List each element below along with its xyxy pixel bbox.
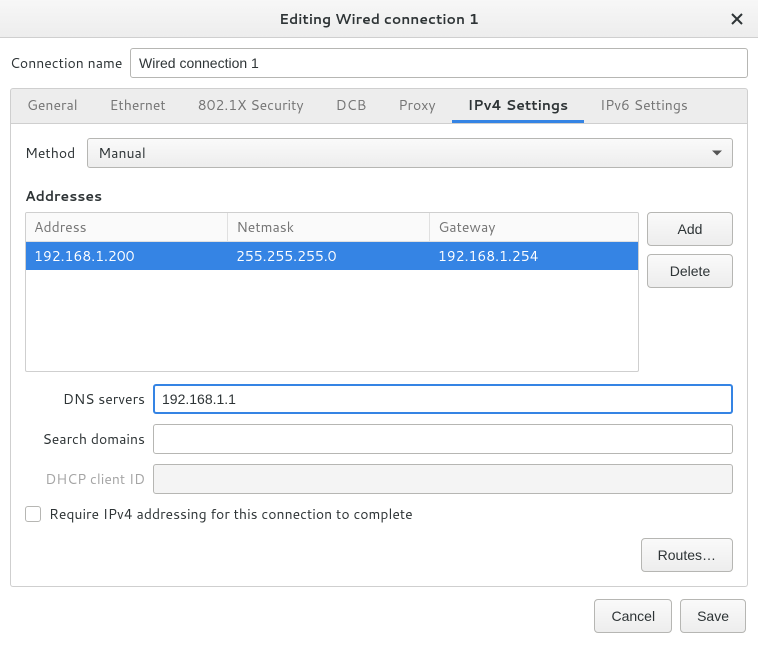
add-button[interactable]: Add bbox=[647, 212, 733, 246]
connection-name-row: Connection name bbox=[10, 48, 748, 78]
delete-button[interactable]: Delete bbox=[647, 254, 733, 288]
addresses-area: Address Netmask Gateway 192.168.1.200 25… bbox=[25, 212, 733, 372]
addresses-table[interactable]: Address Netmask Gateway 192.168.1.200 25… bbox=[25, 212, 639, 372]
method-value: Manual bbox=[98, 143, 145, 163]
cell-gateway[interactable]: 192.168.1.254 bbox=[430, 242, 638, 271]
method-label: Method bbox=[25, 143, 75, 163]
col-gateway[interactable]: Gateway bbox=[430, 213, 638, 242]
connection-name-label: Connection name bbox=[10, 53, 130, 73]
save-button[interactable]: Save bbox=[680, 599, 746, 633]
dns-servers-input[interactable] bbox=[153, 384, 733, 414]
tab-ipv6-settings[interactable]: IPv6 Settings bbox=[584, 89, 704, 123]
tab-ipv4-settings[interactable]: IPv4 Settings bbox=[452, 89, 584, 123]
col-address[interactable]: Address bbox=[26, 213, 228, 242]
require-ipv4-label: Require IPv4 addressing for this connect… bbox=[49, 504, 413, 524]
routes-row: Routes… bbox=[25, 538, 733, 572]
addresses-header: Addresses bbox=[25, 186, 733, 206]
method-row: Method Manual bbox=[25, 138, 733, 168]
connection-name-input[interactable] bbox=[130, 48, 748, 78]
cell-address[interactable]: 192.168.1.200 bbox=[26, 242, 228, 271]
routes-button[interactable]: Routes… bbox=[641, 538, 733, 572]
cancel-button[interactable]: Cancel bbox=[594, 599, 672, 633]
table-row[interactable]: 192.168.1.200 255.255.255.0 192.168.1.25… bbox=[26, 242, 638, 271]
ipv4-panel: Method Manual Addresses Address Netmask … bbox=[10, 124, 748, 587]
tab-general[interactable]: General bbox=[11, 89, 94, 123]
address-buttons: Add Delete bbox=[647, 212, 733, 372]
tab-proxy[interactable]: Proxy bbox=[382, 89, 451, 123]
ipv4-fields: DNS servers Search domains DHCP client I… bbox=[25, 384, 733, 494]
require-ipv4-checkbox[interactable] bbox=[25, 506, 41, 522]
dhcp-client-id-input bbox=[153, 464, 733, 494]
method-combo[interactable]: Manual bbox=[87, 138, 733, 168]
search-domains-label: Search domains bbox=[25, 429, 145, 449]
tabs: General Ethernet 802.1X Security DCB Pro… bbox=[10, 88, 748, 124]
dns-servers-label: DNS servers bbox=[25, 389, 145, 409]
titlebar: Editing Wired connection 1 bbox=[0, 0, 758, 38]
require-ipv4-row[interactable]: Require IPv4 addressing for this connect… bbox=[25, 504, 733, 524]
close-icon[interactable] bbox=[726, 8, 748, 30]
col-netmask[interactable]: Netmask bbox=[228, 213, 430, 242]
tab-ethernet[interactable]: Ethernet bbox=[94, 89, 182, 123]
chevron-down-icon bbox=[712, 151, 722, 156]
cell-netmask[interactable]: 255.255.255.0 bbox=[228, 242, 430, 271]
dhcp-client-id-label: DHCP client ID bbox=[25, 469, 145, 489]
tab-8021x-security[interactable]: 802.1X Security bbox=[182, 89, 320, 123]
window-title: Editing Wired connection 1 bbox=[279, 9, 479, 29]
search-domains-input[interactable] bbox=[153, 424, 733, 454]
dialog-actions: Cancel Save bbox=[0, 587, 758, 645]
table-header-row: Address Netmask Gateway bbox=[26, 213, 638, 242]
tab-dcb[interactable]: DCB bbox=[320, 89, 383, 123]
